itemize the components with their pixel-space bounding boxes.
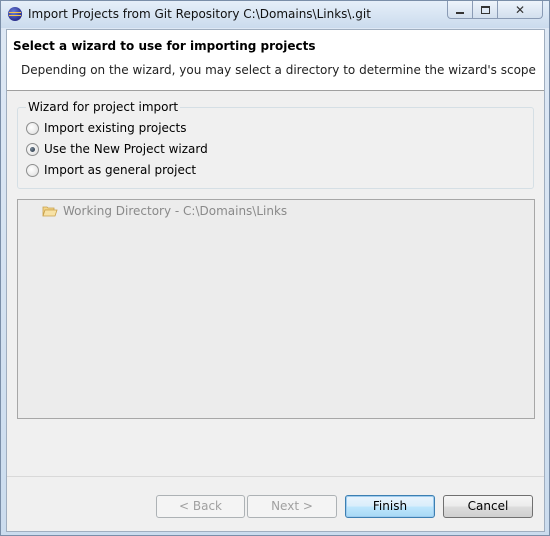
maximize-button[interactable] xyxy=(472,1,498,19)
dialog-client-area: Select a wizard to use for importing pro… xyxy=(6,29,545,532)
radio-import-existing[interactable]: Import existing projects xyxy=(26,120,186,136)
folder-open-icon xyxy=(42,205,58,217)
page-title: Select a wizard to use for importing pro… xyxy=(13,39,316,53)
radio-import-general[interactable]: Import as general project xyxy=(26,162,196,178)
directory-tree[interactable]: Working Directory - C:\Domains\Links xyxy=(17,199,535,419)
eclipse-icon xyxy=(8,7,22,21)
radio-new-project-wizard[interactable]: Use the New Project wizard xyxy=(26,141,208,157)
radio-label: Use the New Project wizard xyxy=(44,142,208,156)
radio-button[interactable] xyxy=(26,121,39,135)
page-description: Depending on the wizard, you may select … xyxy=(21,63,536,77)
radio-label: Import existing projects xyxy=(44,121,187,135)
radio-button[interactable] xyxy=(26,163,39,177)
radio-button-checked[interactable] xyxy=(26,142,39,156)
dialog-window: Import Projects from Git Repository C:\D… xyxy=(0,0,550,536)
tree-item-working-directory[interactable]: Working Directory - C:\Domains\Links xyxy=(42,204,287,218)
minimize-button[interactable] xyxy=(447,1,473,19)
group-label: Wizard for project import xyxy=(26,100,181,114)
back-button[interactable]: < Back xyxy=(156,495,245,518)
wizard-header: Select a wizard to use for importing pro… xyxy=(7,30,544,91)
wizard-options-group: Wizard for project import Import existin… xyxy=(17,100,534,189)
next-button[interactable]: Next > xyxy=(247,495,337,518)
radio-label: Import as general project xyxy=(44,163,197,177)
tree-item-label: Working Directory - C:\Domains\Links xyxy=(63,204,288,218)
minimize-icon xyxy=(456,11,464,14)
cancel-button[interactable]: Cancel xyxy=(443,495,533,518)
close-button[interactable]: ✕ xyxy=(497,1,543,19)
title-bar[interactable]: Import Projects from Git Repository C:\D… xyxy=(1,1,549,28)
close-icon: ✕ xyxy=(514,2,526,17)
maximize-icon xyxy=(480,5,490,14)
finish-button[interactable]: Finish xyxy=(345,495,435,518)
window-title: Import Projects from Git Repository C:\D… xyxy=(28,7,371,21)
button-bar-separator xyxy=(7,476,544,477)
